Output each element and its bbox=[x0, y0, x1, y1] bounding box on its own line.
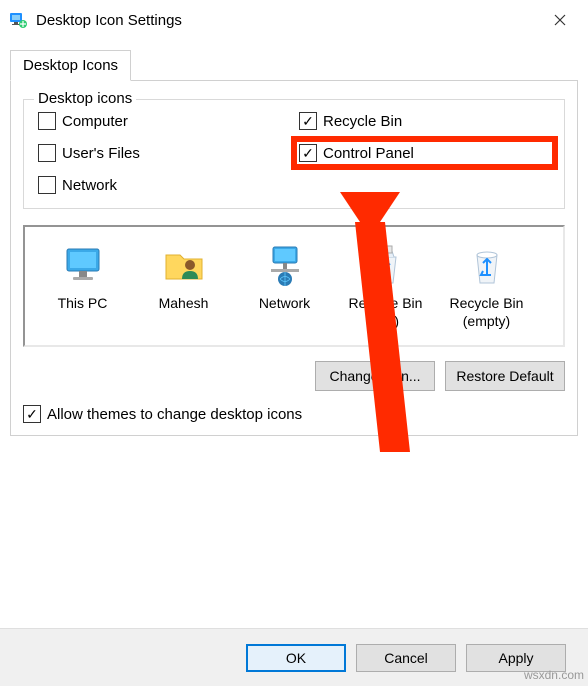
change-icon-button[interactable]: Change Icon... bbox=[315, 361, 435, 391]
label-users-files: User's Files bbox=[62, 145, 140, 162]
check-network[interactable]: Network bbox=[38, 176, 289, 194]
check-control-panel[interactable]: ✓ Control Panel bbox=[295, 140, 554, 166]
icon-recycle-bin-empty[interactable]: Recycle Bin (empty) bbox=[439, 241, 534, 331]
label-network: Network bbox=[62, 177, 117, 194]
icon-this-pc[interactable]: This PC bbox=[35, 241, 130, 331]
checkbox-allow-themes[interactable]: ✓ bbox=[23, 405, 41, 423]
icon-recycle-bin-full[interactable]: Recycle Bin (full) bbox=[338, 241, 433, 331]
titlebar: Desktop Icon Settings bbox=[0, 0, 588, 40]
icon-user-folder[interactable]: Mahesh bbox=[136, 241, 231, 331]
label-allow-themes: Allow themes to change desktop icons bbox=[47, 406, 302, 423]
icon-label-network: Network bbox=[256, 293, 313, 313]
restore-default-button[interactable]: Restore Default bbox=[445, 361, 565, 391]
cancel-button[interactable]: Cancel bbox=[356, 644, 456, 672]
icon-label-this-pc: This PC bbox=[55, 293, 111, 313]
check-recycle-bin[interactable]: ✓ Recycle Bin bbox=[299, 112, 550, 130]
checkbox-computer[interactable] bbox=[38, 112, 56, 130]
icon-label-rb-empty: Recycle Bin (empty) bbox=[439, 293, 534, 331]
icon-network[interactable]: Network bbox=[237, 241, 332, 331]
ok-button[interactable]: OK bbox=[246, 644, 346, 672]
icon-preview-panel: This PC Mahesh bbox=[23, 225, 565, 347]
window-title: Desktop Icon Settings bbox=[36, 12, 540, 29]
tab-strip: Desktop Icons bbox=[10, 50, 578, 81]
check-allow-themes[interactable]: ✓ Allow themes to change desktop icons bbox=[23, 405, 565, 423]
icon-label-rb-full: Recycle Bin (full) bbox=[338, 293, 433, 331]
group-desktop-icons: Desktop icons Computer ✓ Recycle Bin Use… bbox=[23, 99, 565, 209]
monitor-icon bbox=[51, 241, 115, 289]
watermark: wsxdn.com bbox=[524, 668, 584, 682]
checkbox-control-panel[interactable]: ✓ bbox=[299, 144, 317, 162]
check-computer[interactable]: Computer bbox=[38, 112, 289, 130]
tab-content: Desktop icons Computer ✓ Recycle Bin Use… bbox=[10, 80, 578, 436]
recycle-bin-full-icon bbox=[354, 241, 418, 289]
label-computer: Computer bbox=[62, 113, 128, 130]
checkbox-users-files[interactable] bbox=[38, 144, 56, 162]
tab-desktop-icons[interactable]: Desktop Icons bbox=[10, 50, 131, 81]
label-recycle-bin: Recycle Bin bbox=[323, 113, 402, 130]
label-control-panel: Control Panel bbox=[323, 145, 414, 162]
user-folder-icon bbox=[152, 241, 216, 289]
checkbox-recycle-bin[interactable]: ✓ bbox=[299, 112, 317, 130]
dialog-footer: OK Cancel Apply bbox=[0, 628, 588, 686]
checkbox-network[interactable] bbox=[38, 176, 56, 194]
close-button[interactable] bbox=[540, 0, 580, 40]
check-users-files[interactable]: User's Files bbox=[38, 144, 289, 162]
titlebar-app-icon bbox=[8, 10, 28, 30]
network-icon bbox=[253, 241, 317, 289]
icon-label-user: Mahesh bbox=[156, 293, 212, 313]
recycle-bin-empty-icon bbox=[455, 241, 519, 289]
group-title: Desktop icons bbox=[34, 90, 136, 107]
